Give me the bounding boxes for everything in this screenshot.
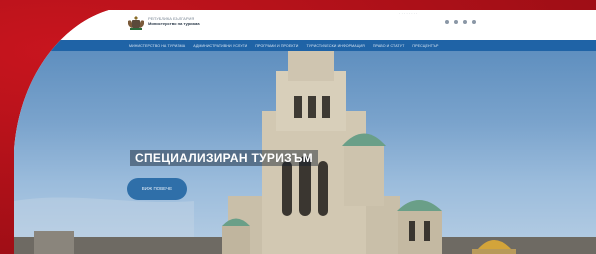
hero-title: СПЕЦИАЛИЗИРАН ТУРИЗЪМ bbox=[130, 150, 318, 166]
hero-banner: СПЕЦИАЛИЗИРАН ТУРИЗЪМ ВИЖ ПОВЕЧЕ bbox=[14, 51, 596, 254]
website-screen: РЕПУБЛИКА БЪЛГАРИЯ Министерство на туриз… bbox=[14, 10, 596, 254]
search-icon[interactable] bbox=[472, 20, 476, 24]
social-links bbox=[445, 20, 476, 24]
coat-of-arms-logo[interactable] bbox=[127, 15, 145, 31]
main-navigation: МИНИСТЕРСТВО НА ТУРИЗМА АДМИНИСТРАТИВНИ … bbox=[14, 40, 596, 51]
top-utility-links[interactable]: · · · · · · · · bbox=[399, 11, 417, 16]
youtube-icon[interactable] bbox=[463, 20, 467, 24]
twitter-icon[interactable] bbox=[454, 20, 458, 24]
nav-item-programs[interactable]: ПРОГРАМИ И ПРОЕКТИ bbox=[255, 44, 298, 48]
nav-item-law[interactable]: ПРАВО И СТАТУТ bbox=[373, 44, 405, 48]
facebook-icon[interactable] bbox=[445, 20, 449, 24]
nav-item-tourist-info[interactable]: ТУРИСТИЧЕСКИ ИНФОРМАЦИЯ bbox=[307, 44, 365, 48]
nav-item-press[interactable]: ПРЕСЦЕНТЪР bbox=[412, 44, 438, 48]
ministry-name[interactable]: РЕПУБЛИКА БЪЛГАРИЯ Министерство на туриз… bbox=[148, 16, 228, 32]
ministry-line2: Министерство на туризма bbox=[148, 21, 200, 26]
nav-item-services[interactable]: АДМИНИСТРАТИВНИ УСЛУГИ bbox=[193, 44, 247, 48]
nav-item-ministry[interactable]: МИНИСТЕРСТВО НА ТУРИЗМА bbox=[129, 44, 185, 48]
site-header: РЕПУБЛИКА БЪЛГАРИЯ Министерство на туриз… bbox=[14, 10, 596, 40]
see-more-button[interactable]: ВИЖ ПОВЕЧЕ bbox=[127, 178, 187, 200]
